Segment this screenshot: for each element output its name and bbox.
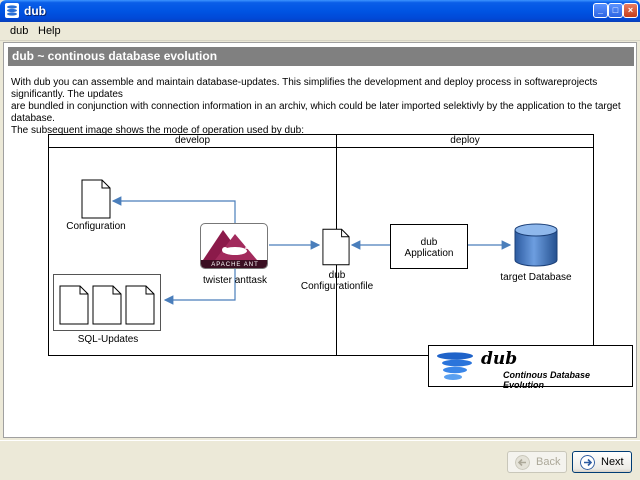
dub-configfile-label-line2: Configurationfile: [300, 281, 374, 292]
workflow-diagram: develop deploy Configuration SQL-Updates…: [48, 134, 594, 356]
database-icon: [514, 223, 558, 267]
dub-logo-banner: dub Continous Database Evolution: [428, 345, 633, 390]
dub-configfile-label: dub Configurationfile: [297, 270, 377, 292]
dub-application-box: dub Application: [390, 224, 468, 269]
window-title: dub: [24, 4, 46, 18]
ant-logo-text: APACHE ANT: [211, 262, 259, 268]
logo-tagline: Continous Database Evolution: [503, 370, 591, 390]
intro-line-2: are bundled in conjunction with connecti…: [11, 101, 621, 124]
dub-swirl-logo-icon: [437, 352, 473, 380]
minimize-button[interactable]: _: [593, 3, 608, 18]
dub-application-label: dub Application: [391, 237, 467, 259]
app-icon: [5, 3, 19, 18]
dub-configfile-document-icon: [322, 228, 350, 266]
menu-bar: dub Help: [0, 22, 640, 41]
back-button[interactable]: Back: [507, 451, 567, 473]
sql-update-document-icon: [125, 285, 155, 325]
menu-dub[interactable]: dub: [10, 25, 28, 37]
dub-configfile-label-line1: dub: [328, 270, 346, 281]
apache-ant-logo: APACHE ANT: [200, 223, 268, 269]
menu-help[interactable]: Help: [38, 25, 61, 37]
dub-application-label-line1: dub: [420, 237, 438, 248]
maximize-button[interactable]: □: [608, 3, 623, 18]
sql-updates-label: SQL-Updates: [77, 334, 139, 345]
close-button[interactable]: ×: [623, 3, 638, 18]
twister-anttask-label: twister anttask: [203, 275, 267, 286]
back-arrow-icon: [515, 455, 530, 470]
page-title: dub ~ continous database evolution: [8, 47, 634, 66]
configuration-document-icon: [81, 179, 111, 219]
target-database-label: target Database: [500, 272, 572, 283]
logo-name: dub: [481, 349, 518, 369]
title-bar: dub _ □ ×: [0, 0, 640, 22]
dub-application-label-line2: Application: [404, 248, 454, 259]
intro-line-1: With dub you can assemble and maintain d…: [11, 77, 598, 100]
configuration-label: Configuration: [66, 221, 126, 232]
sql-update-document-icon: [59, 285, 89, 325]
next-button-label: Next: [601, 456, 624, 468]
button-bar: Back Next: [0, 440, 640, 480]
sql-updates-group: [53, 274, 161, 331]
next-button[interactable]: Next: [572, 451, 632, 473]
sql-update-document-icon: [92, 285, 122, 325]
next-arrow-icon: [580, 455, 595, 470]
intro-text: With dub you can assemble and maintain d…: [11, 77, 631, 137]
back-button-label: Back: [536, 456, 561, 468]
content-panel: dub ~ continous database evolution With …: [3, 42, 637, 438]
